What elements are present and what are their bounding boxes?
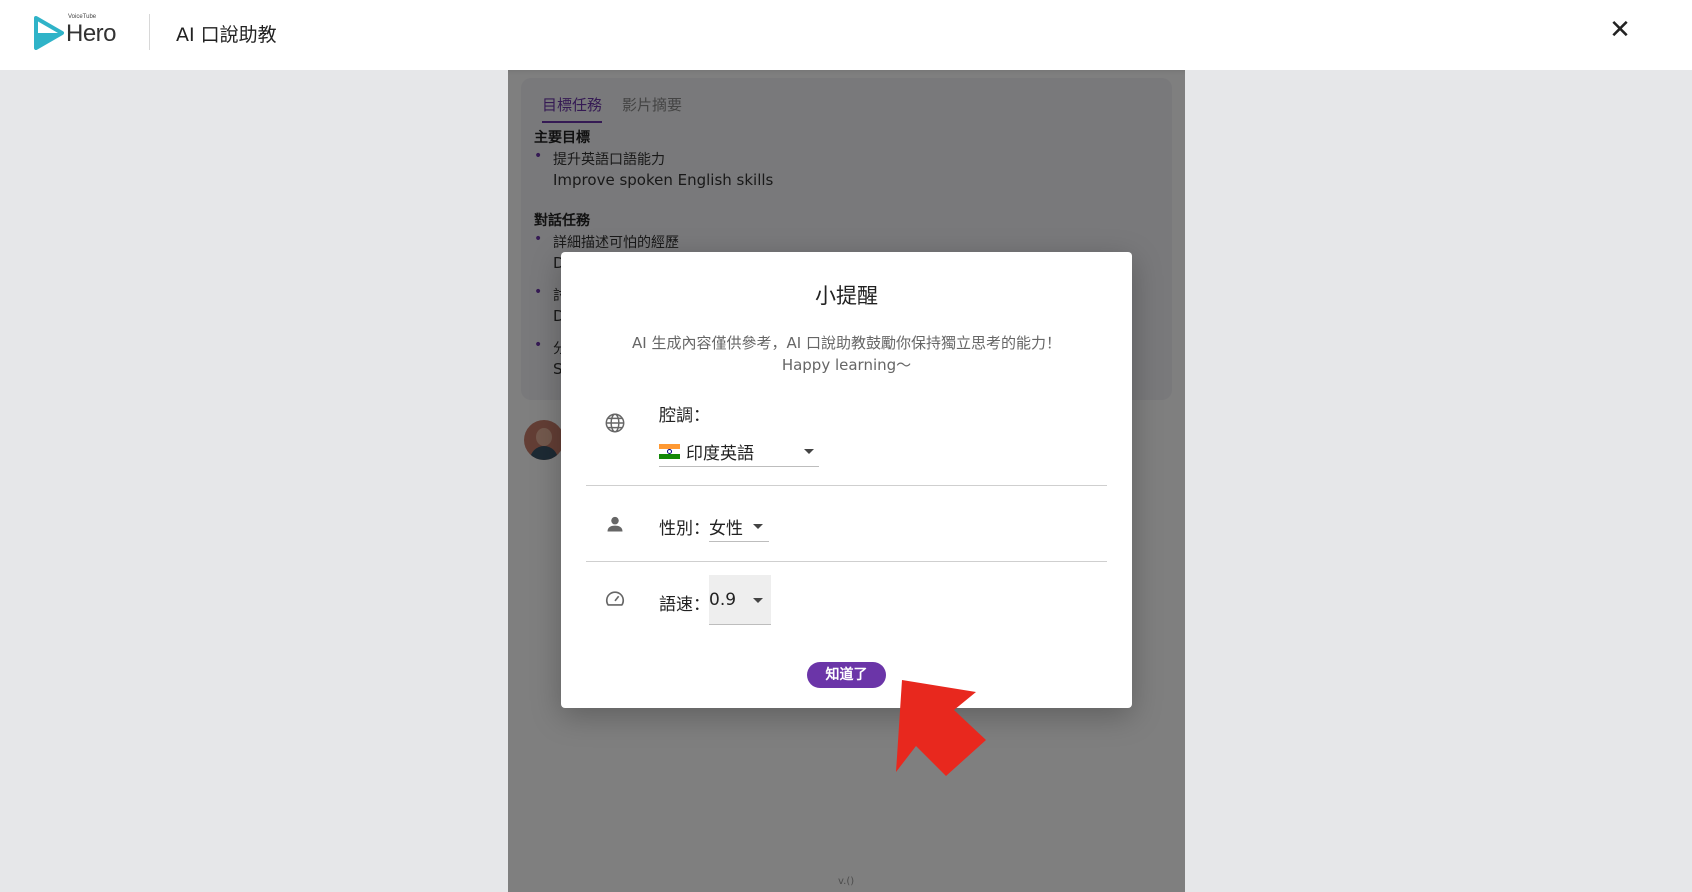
chevron-down-icon (753, 524, 763, 529)
india-flag-icon (659, 444, 680, 459)
accent-select[interactable]: 印度英語 (659, 437, 819, 467)
row-divider (586, 561, 1107, 562)
chevron-down-icon (804, 449, 814, 454)
globe-icon (603, 411, 627, 435)
gender-label: 性別： (659, 519, 710, 539)
dialog-title: 小提醒 (815, 284, 878, 308)
row-divider (586, 485, 1107, 486)
dialog-description: AI 生成內容僅供參考，AI 口說助教鼓勵你保持獨立思考的能力！Happy le… (632, 334, 1061, 374)
logo-text: Hero (66, 20, 117, 47)
close-button[interactable]: ✕ (1606, 16, 1634, 44)
speed-select[interactable]: 0.9 (709, 575, 771, 625)
person-icon (603, 512, 627, 536)
reminder-dialog: 小提醒 AI 生成內容僅供參考，AI 口說助教鼓勵你保持獨立思考的能力！Happ… (561, 252, 1132, 708)
accent-value: 印度英語 (686, 444, 754, 464)
speed-value: 0.9 (709, 589, 737, 610)
speedometer-icon (603, 587, 627, 611)
gender-select[interactable]: 女性 (709, 512, 769, 542)
header-divider (149, 14, 150, 50)
got-it-button[interactable]: 知道了 (807, 662, 886, 688)
backdrop-side-left (0, 70, 508, 892)
pointer-arrow-icon (896, 680, 986, 776)
page-title: AI 口說助教 (176, 24, 277, 46)
play-triangle-icon (34, 16, 64, 50)
chevron-down-icon (753, 598, 763, 603)
voicetube-hero-logo[interactable]: VoiceTube Hero (0, 0, 140, 64)
accent-label: 腔調： (659, 406, 710, 426)
backdrop-side-right (1185, 70, 1692, 892)
speed-label: 語速： (659, 595, 710, 615)
gender-value: 女性 (709, 519, 743, 539)
app-header: VoiceTube Hero AI 口說助教 ✕ (0, 0, 1692, 70)
